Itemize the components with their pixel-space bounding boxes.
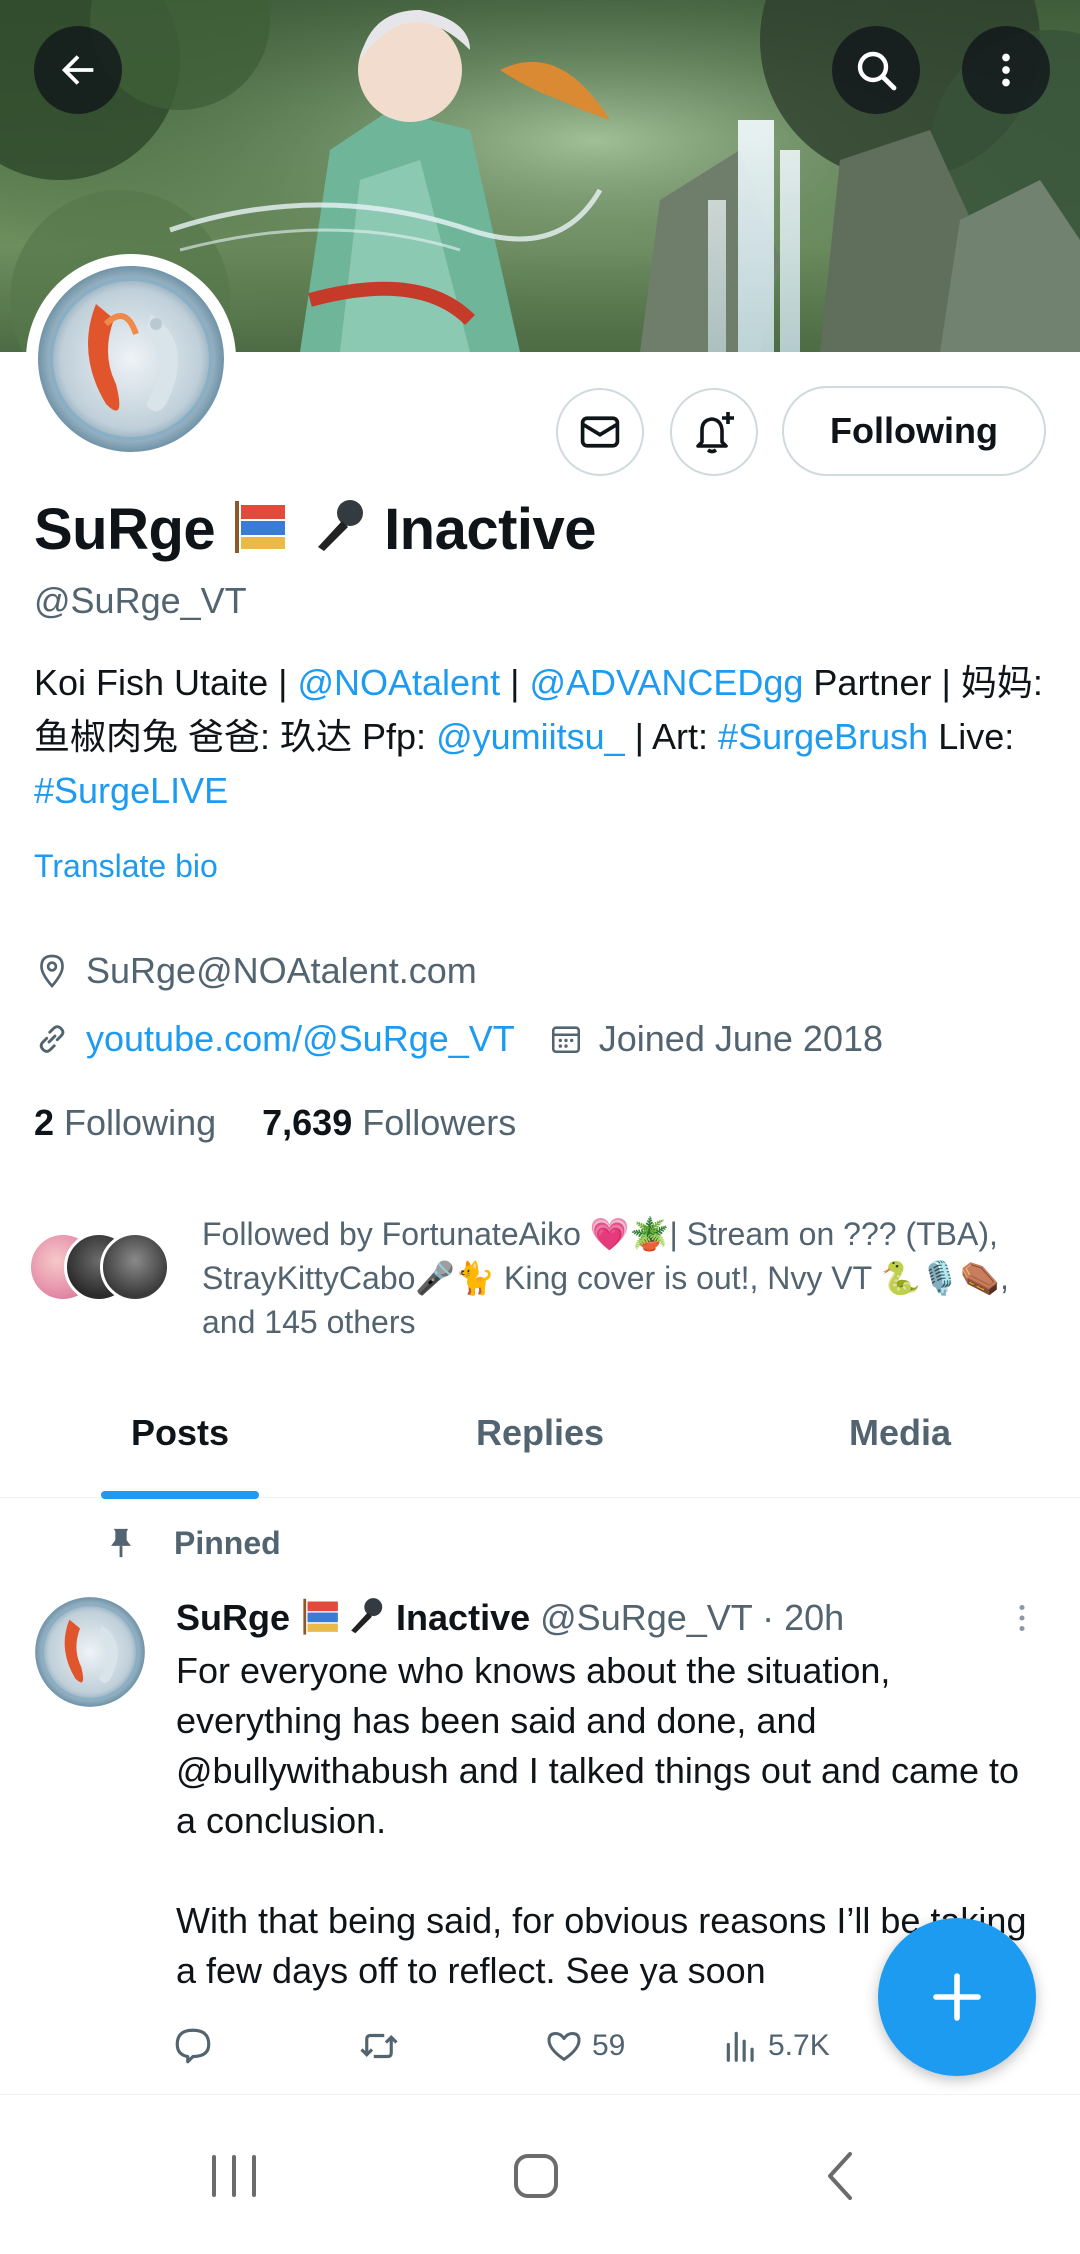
recent-apps-button[interactable] [194, 2136, 274, 2216]
post-author-name[interactable]: SuRge [176, 1597, 290, 1638]
bio-hashtag-surgebrush[interactable]: #SurgeBrush [718, 716, 928, 757]
chevron-left-icon [828, 2152, 852, 2200]
compose-button[interactable] [878, 1918, 1036, 2076]
pinned-indicator: Pinned [104, 1524, 281, 1562]
profile-name-text: SuRge [34, 497, 216, 562]
followed-by-section[interactable]: Followed by FortunateAiko 💗🪴| Stream on … [28, 1212, 1058, 1344]
profile-website-link[interactable]: youtube.com/@SuRge_VT [86, 1018, 515, 1060]
profile-tabs: Posts Replies Media [0, 1386, 1080, 1498]
notifications-button[interactable] [670, 388, 758, 476]
followers-count-link[interactable]: 7,639 Followers [262, 1102, 516, 1144]
following-count-label: Following [64, 1102, 217, 1143]
recent-apps-icon [212, 2155, 256, 2197]
back-button[interactable] [34, 26, 122, 114]
profile-joined-date: Joined June 2018 [598, 1018, 884, 1059]
home-button[interactable] [496, 2136, 576, 2216]
follower-avatar [100, 1232, 170, 1302]
bio-text-1: Koi Fish Utaite | [34, 662, 298, 703]
koinobori-emoji-icon [303, 1598, 338, 1635]
tab-replies[interactable]: Replies [360, 1386, 720, 1497]
follow-counts: 2 Following 7,639 Followers [34, 1102, 562, 1144]
avatar-image [35, 1597, 145, 1707]
system-navigation-bar [0, 2096, 1080, 2254]
bio-hashtag-surgelive[interactable]: #SurgeLIVE [34, 770, 228, 811]
retweet-icon [360, 2033, 398, 2059]
followed-by-avatars [28, 1232, 170, 1302]
like-count: 59 [592, 2029, 626, 2062]
tab-media[interactable]: Media [720, 1386, 1080, 1497]
bio-mention-yumiitsu[interactable]: @yumiitsu_ [436, 716, 625, 757]
calendar-icon [551, 1026, 580, 1054]
following-count: 2 [34, 1102, 55, 1143]
profile-name-suffix: Inactive [384, 497, 597, 562]
more-options-button[interactable] [962, 26, 1050, 114]
views-count: 5.7K [768, 2029, 830, 2062]
translate-bio-link[interactable]: Translate bio [34, 848, 218, 885]
post-author-suffix: Inactive [396, 1597, 531, 1638]
koinobori-emoji-icon [234, 501, 285, 553]
heart-icon [547, 2032, 581, 2061]
system-back-button[interactable] [800, 2136, 880, 2216]
avatar-image [38, 266, 224, 452]
profile-name: SuRge Inactive [34, 496, 597, 563]
envelope-icon [580, 416, 620, 448]
bio-text-4: | Art: [624, 716, 719, 757]
profile-handle: @SuRge_VT [34, 580, 247, 621]
profile-links-row: youtube.com/@SuRge_VT Joined June 2018 [34, 1018, 883, 1060]
pin-icon [111, 1528, 131, 1558]
views-chart-icon [726, 2031, 754, 2062]
arrow-left-icon [61, 55, 94, 85]
like-button[interactable]: 59 [544, 2026, 625, 2066]
more-vertical-icon [1019, 1604, 1025, 1632]
post-more-button[interactable] [1004, 1596, 1040, 1645]
profile-location: SuRge@NOAtalent.com [86, 950, 477, 991]
reply-icon [175, 2028, 211, 2064]
bio-mention-advancedgg[interactable]: @ADVANCEDgg [529, 662, 803, 703]
profile-avatar[interactable] [26, 254, 236, 464]
microphone-emoji-icon [318, 500, 364, 551]
retweet-button[interactable] [356, 2025, 402, 2067]
post-author-avatar[interactable] [34, 1596, 146, 1708]
post-divider [0, 2094, 1080, 2095]
search-button[interactable] [832, 26, 920, 114]
search-icon [857, 51, 897, 91]
tab-posts[interactable]: Posts [0, 1386, 360, 1497]
profile-bio: Koi Fish Utaite | @NOAtalent | @ADVANCED… [34, 656, 1044, 818]
views-button[interactable]: 5.7K [722, 2027, 830, 2065]
bio-mention-noatalent[interactable]: @NOAtalent [297, 662, 500, 703]
post-header: SuRge Inactive @SuRge_VT · 20h [176, 1596, 1006, 1639]
following-button[interactable]: Following [782, 386, 1046, 476]
pinned-label: Pinned [174, 1524, 281, 1561]
microphone-emoji-icon [351, 1598, 383, 1634]
reply-button[interactable] [172, 2025, 214, 2067]
profile-location-row: SuRge@NOAtalent.com [34, 950, 477, 992]
followers-count-label: Followers [362, 1102, 517, 1143]
link-icon [39, 1025, 65, 1053]
message-button[interactable] [556, 388, 644, 476]
bio-text-2: | [500, 662, 530, 703]
followed-by-text: Followed by FortunateAiko 💗🪴| Stream on … [202, 1216, 1009, 1340]
bio-text-5: Live: [928, 716, 1015, 757]
more-vertical-icon [1002, 53, 1010, 87]
followers-count: 7,639 [262, 1102, 353, 1143]
bell-plus-icon [696, 412, 734, 454]
following-count-link[interactable]: 2 Following [34, 1102, 216, 1144]
location-pin-icon [40, 954, 64, 989]
plus-icon [933, 1973, 981, 2021]
home-icon [514, 2154, 558, 2198]
post-author-meta: @SuRge_VT · 20h [540, 1597, 845, 1638]
